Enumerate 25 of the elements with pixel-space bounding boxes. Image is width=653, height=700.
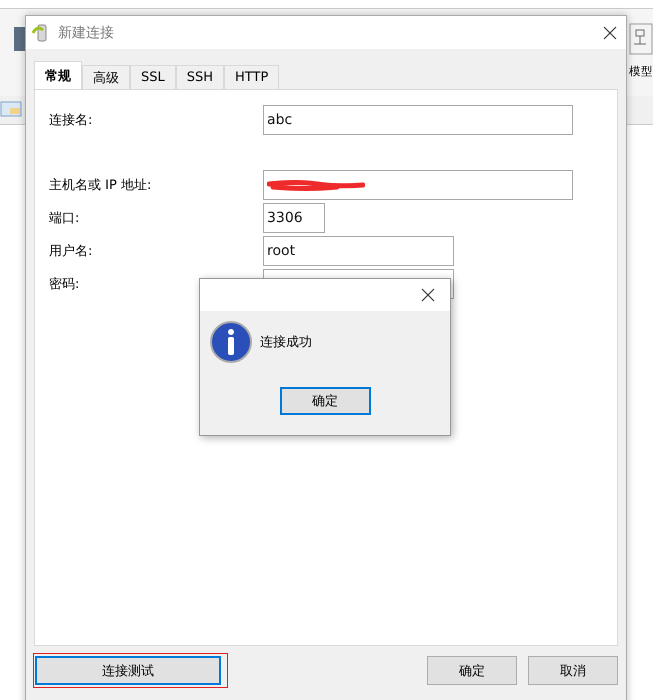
window-title: 新建连接 bbox=[58, 24, 115, 42]
close-icon[interactable] bbox=[602, 24, 618, 40]
message-text: 连接成功 bbox=[260, 334, 312, 351]
tab[interactable]: SSH bbox=[176, 65, 224, 89]
info-icon bbox=[210, 321, 252, 363]
field-label: 端口: bbox=[49, 210, 80, 228]
field-label: 连接名: bbox=[49, 112, 94, 130]
toolbar-label[interactable]: 模型 bbox=[629, 64, 653, 79]
input-field[interactable]: 3306 bbox=[263, 203, 325, 233]
tab[interactable]: SSL bbox=[130, 65, 176, 89]
window-icon[interactable] bbox=[0, 100, 22, 118]
tab[interactable]: 常规 bbox=[34, 61, 82, 89]
field-label: 用户名: bbox=[49, 243, 94, 261]
tab[interactable]: HTTP bbox=[224, 65, 280, 89]
test-connection-button[interactable]: 连接测试 bbox=[35, 656, 221, 685]
cancel-button[interactable]: 取消 bbox=[528, 656, 618, 685]
input-field[interactable]: root bbox=[263, 236, 454, 266]
close-icon[interactable] bbox=[420, 287, 436, 303]
input-field[interactable] bbox=[263, 170, 573, 200]
field-label: 主机名或 IP 地址: bbox=[49, 177, 152, 195]
field-label: 密码: bbox=[49, 276, 80, 294]
ok-button[interactable]: 确定 bbox=[280, 387, 370, 415]
input-field[interactable]: abc bbox=[263, 105, 573, 135]
ok-button[interactable]: 确定 bbox=[427, 656, 517, 685]
tab[interactable]: 高级 bbox=[82, 65, 130, 89]
